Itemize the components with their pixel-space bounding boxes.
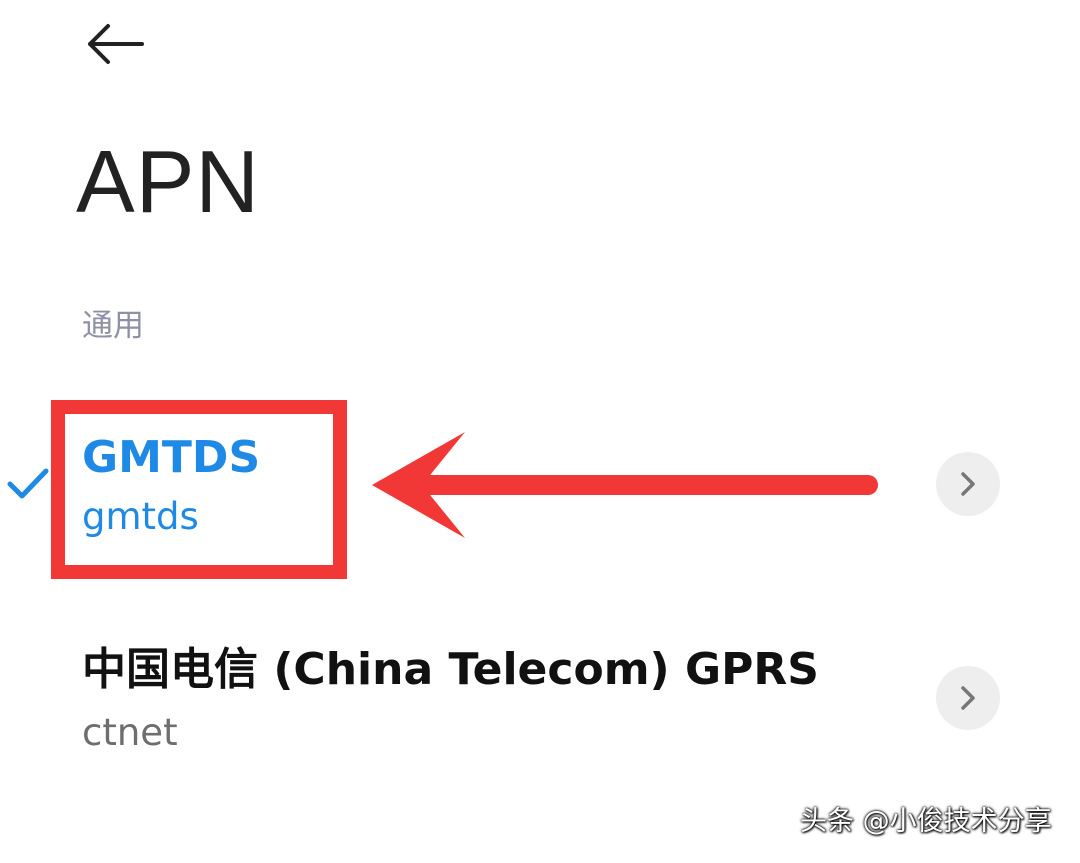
- checkmark-icon: [7, 468, 49, 499]
- chevron-right-icon: [961, 472, 975, 496]
- chevron-right-icon: [961, 686, 975, 710]
- annotation-arrow: [372, 432, 878, 538]
- apn-item-china-telecom[interactable]: 中国电信 (China Telecom) GPRS ctnet: [0, 630, 1080, 770]
- apn-detail-button[interactable]: [936, 666, 1000, 730]
- section-header: 通用: [82, 308, 144, 344]
- watermark: 头条 @小俊技术分享: [800, 806, 1052, 837]
- apn-value: ctnet: [82, 711, 178, 754]
- back-button[interactable]: [78, 14, 154, 74]
- annotation-highlight-box: [51, 400, 347, 579]
- apn-detail-button[interactable]: [936, 452, 1000, 516]
- apn-name: 中国电信 (China Telecom) GPRS: [82, 644, 819, 695]
- arrow-left-icon: [88, 24, 144, 64]
- page-title: APN: [76, 132, 260, 231]
